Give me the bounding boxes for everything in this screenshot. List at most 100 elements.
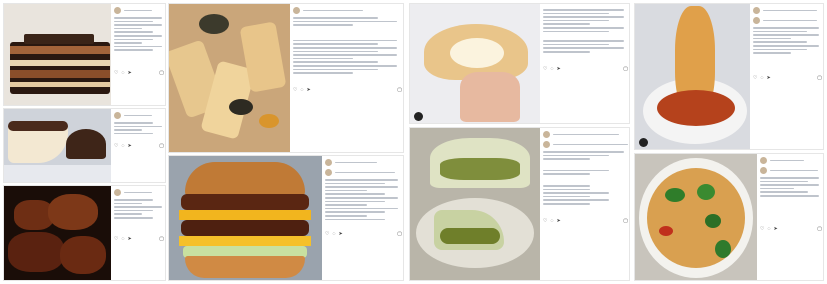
avatar[interactable] [325, 169, 332, 176]
caption-text [114, 199, 164, 219]
avatar[interactable] [753, 7, 760, 14]
username-line[interactable] [335, 161, 378, 164]
share-icon[interactable]: ➤ [338, 232, 342, 237]
post-photo-pistachio-tart[interactable] [410, 128, 540, 280]
share-icon[interactable]: ➤ [766, 75, 770, 81]
comment-icon[interactable]: ◌ [332, 232, 335, 237]
post-actions: ♡ ◌ ➤ ▢ [543, 66, 628, 72]
heart-icon[interactable]: ♡ [293, 87, 297, 93]
comment-icon[interactable]: ◌ [121, 236, 124, 242]
share-icon[interactable]: ➤ [556, 218, 560, 224]
avatar[interactable] [325, 159, 332, 166]
post-header [114, 189, 164, 196]
username-line[interactable] [553, 143, 628, 146]
caption-text [753, 27, 822, 54]
bookmark-icon[interactable]: ▢ [397, 87, 402, 93]
avatar[interactable] [114, 112, 121, 119]
post-actions: ♡ ◌ ➤ ▢ [114, 70, 164, 76]
post-header [760, 157, 822, 164]
post-sidebar: ♡ ◌ ➤ ▢ [322, 156, 403, 280]
heart-icon[interactable]: ♡ [543, 218, 547, 224]
post-sidebar: ♡ ◌ ➤ ▢ [111, 109, 165, 182]
bookmark-icon[interactable]: ▢ [623, 218, 628, 224]
share-icon[interactable]: ➤ [127, 236, 131, 242]
heart-icon[interactable]: ♡ [325, 232, 329, 237]
comment-icon[interactable]: ◌ [121, 144, 124, 149]
post-card-grilled-meat: ♡ ◌ ➤ ▢ [3, 185, 166, 281]
post-actions: ♡ ◌ ➤ ▢ [753, 75, 822, 81]
post-header [543, 131, 628, 138]
comment-header [543, 141, 628, 148]
share-icon[interactable]: ➤ [773, 226, 777, 232]
username-line[interactable] [303, 9, 363, 12]
post-card-pistachio-tart: ♡ ◌ ➤ ▢ [409, 127, 630, 281]
post-card-spaghetti-plate: ♡ ◌ ➤ ▢ [634, 153, 824, 281]
post-header [114, 7, 164, 14]
username-line[interactable] [124, 9, 152, 12]
avatar[interactable] [760, 157, 767, 164]
post-photo-cheesecake[interactable] [4, 109, 111, 182]
share-icon[interactable]: ➤ [556, 66, 560, 72]
heart-icon[interactable]: ♡ [114, 236, 118, 242]
post-photo-cake[interactable] [4, 4, 111, 105]
post-actions: ♡ ◌ ➤ ▢ [760, 226, 822, 232]
avatar[interactable] [114, 7, 121, 14]
avatar[interactable] [114, 189, 121, 196]
heart-icon[interactable]: ♡ [760, 226, 764, 232]
avatar[interactable] [753, 17, 760, 24]
post-actions: ♡ ◌ ➤ ▢ [543, 218, 628, 224]
username-line[interactable] [124, 191, 152, 194]
post-sidebar: ♡ ◌ ➤ ▢ [111, 186, 165, 280]
post-actions: ♡ ◌ ➤ ▢ [114, 144, 164, 149]
post-sidebar: ♡ ◌ ➤ ▢ [540, 4, 629, 123]
heart-icon[interactable]: ♡ [753, 75, 757, 81]
post-photo-spaghetti-fork[interactable] [635, 4, 750, 149]
share-icon[interactable]: ➤ [127, 70, 131, 76]
avatar[interactable] [293, 7, 300, 14]
post-card-pasta: ♡ ◌ ➤ ▢ [168, 3, 404, 153]
bookmark-icon[interactable]: ▢ [397, 232, 402, 237]
post-photo-burger[interactable] [169, 156, 322, 280]
bookmark-icon[interactable]: ▢ [159, 144, 164, 149]
comment-header [760, 167, 822, 174]
post-photo-pasta[interactable] [169, 4, 290, 152]
comment-header [325, 169, 402, 176]
bookmark-icon[interactable]: ▢ [623, 66, 628, 72]
post-photo-grilled-meat[interactable] [4, 186, 111, 280]
caption-text [293, 17, 402, 74]
post-header [753, 7, 822, 14]
username-line[interactable] [553, 133, 620, 136]
username-line[interactable] [770, 159, 805, 162]
caption-text [114, 17, 164, 51]
bookmark-icon[interactable]: ▢ [817, 75, 822, 81]
share-icon[interactable]: ➤ [127, 144, 131, 149]
avatar[interactable] [543, 141, 550, 148]
username-line[interactable] [763, 9, 817, 12]
heart-icon[interactable]: ♡ [543, 66, 547, 72]
post-sidebar: ♡ ◌ ➤ ▢ [757, 154, 823, 280]
caption-text [325, 179, 402, 221]
post-actions: ♡ ◌ ➤ ▢ [325, 232, 402, 237]
username-line[interactable] [763, 19, 817, 22]
heart-icon[interactable]: ♡ [114, 70, 118, 76]
post-header [325, 159, 402, 166]
bookmark-icon[interactable]: ▢ [817, 226, 822, 232]
avatar[interactable] [760, 167, 767, 174]
comment-icon[interactable]: ◌ [121, 70, 124, 76]
username-line[interactable] [335, 171, 396, 174]
comment-icon[interactable]: ◌ [760, 75, 763, 81]
comment-icon[interactable]: ◌ [300, 87, 303, 93]
share-icon[interactable]: ➤ [306, 87, 310, 93]
username-line[interactable] [124, 114, 152, 117]
post-photo-spaghetti-plate[interactable] [635, 154, 757, 280]
bookmark-icon[interactable]: ▢ [159, 70, 164, 76]
avatar[interactable] [543, 131, 550, 138]
post-photo-pastry[interactable] [410, 4, 540, 123]
heart-icon[interactable]: ♡ [114, 144, 118, 149]
comment-icon[interactable]: ◌ [767, 226, 770, 232]
post-sidebar: ♡ ◌ ➤ ▢ [111, 4, 165, 105]
comment-icon[interactable]: ◌ [550, 66, 553, 72]
bookmark-icon[interactable]: ▢ [159, 236, 164, 242]
username-line[interactable] [770, 169, 819, 172]
comment-icon[interactable]: ◌ [550, 218, 553, 224]
